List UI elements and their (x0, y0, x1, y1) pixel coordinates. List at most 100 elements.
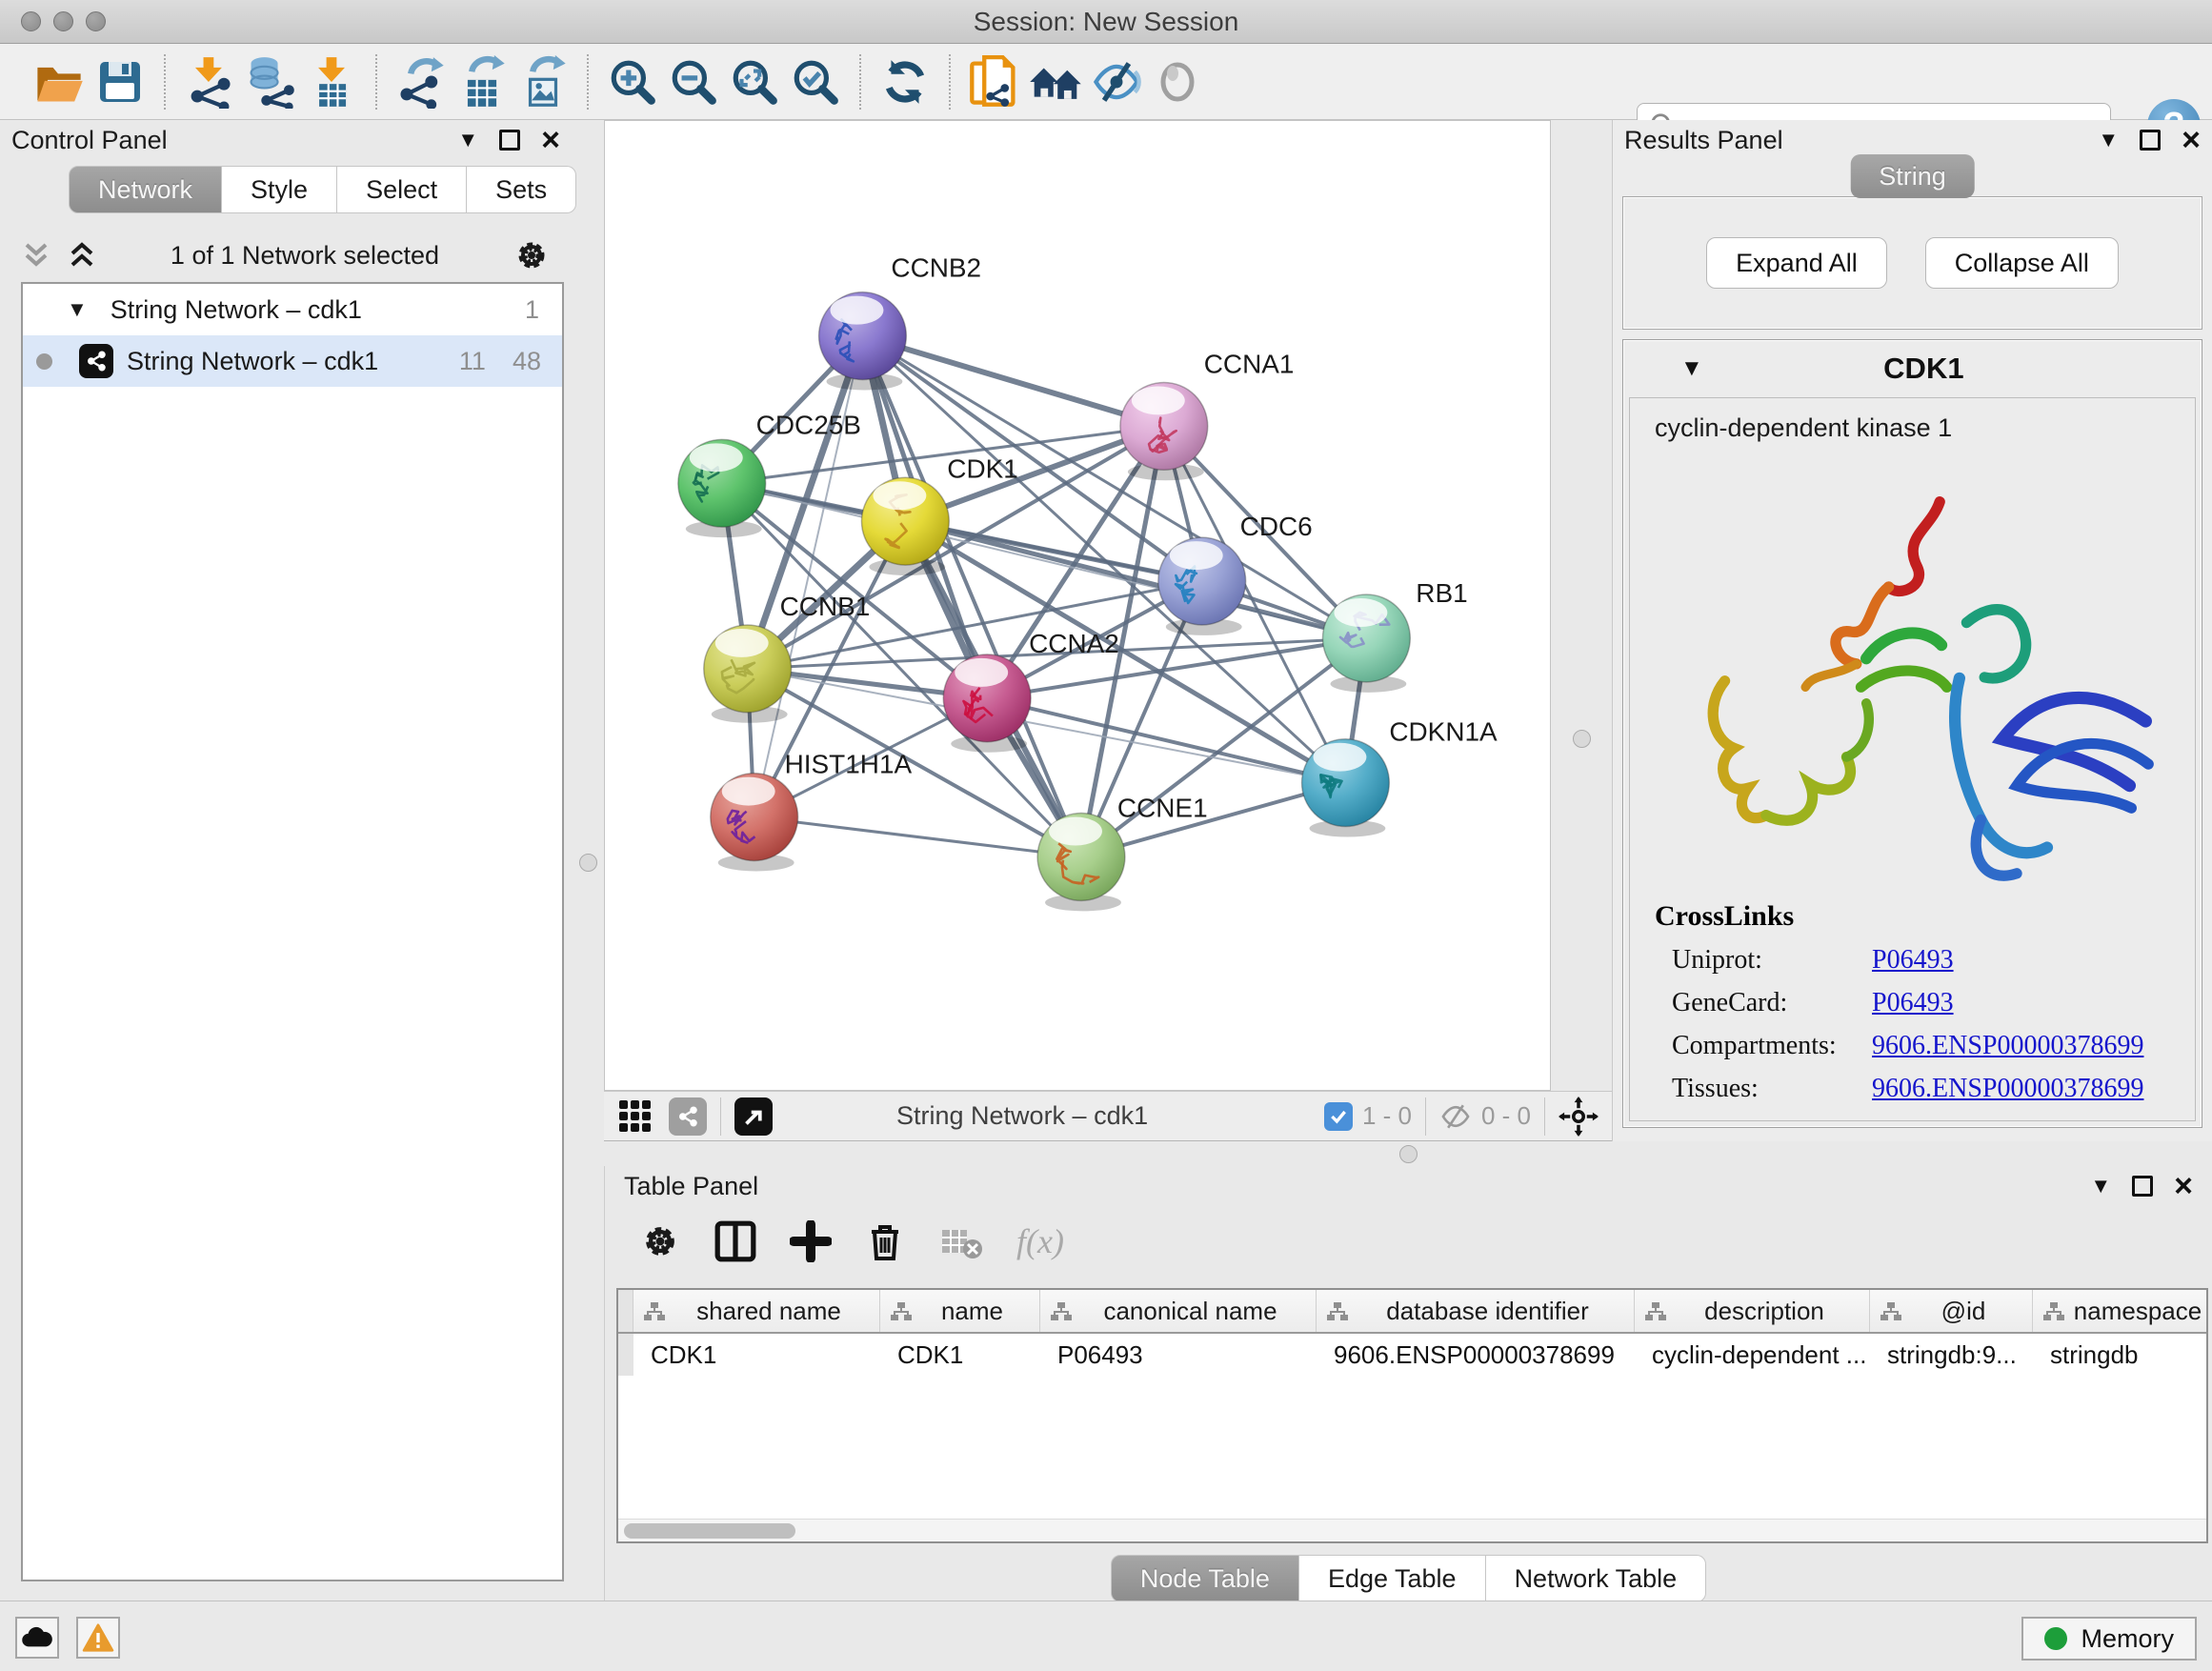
share-document-button[interactable] (964, 51, 1025, 112)
zoom-fit-button[interactable] (724, 51, 785, 112)
node-RB1[interactable]: RB1 (1322, 578, 1467, 693)
tab-network-table[interactable]: Network Table (1486, 1555, 1707, 1602)
tab-node-table[interactable]: Node Table (1111, 1555, 1299, 1602)
network-canvas[interactable]: CCNB2CCNA1CDC25BCDK1CDC6RB1CCNB1CCNA2CDK… (604, 120, 1551, 1091)
grid-view-icon[interactable] (617, 1098, 654, 1135)
left-splitter[interactable] (572, 120, 604, 1141)
detach-view-button[interactable] (734, 1097, 773, 1136)
right-splitter[interactable] (1551, 120, 1612, 1091)
table-settings-gear-icon[interactable] (639, 1220, 681, 1262)
homes-button[interactable] (1025, 51, 1086, 112)
table-toolbar: f(x) (605, 1206, 2212, 1277)
control-panel-float-button[interactable] (499, 130, 520, 151)
minimize-window-button[interactable] (53, 11, 73, 31)
network-row[interactable]: String Network – cdk1 11 48 (23, 335, 562, 387)
warning-status-button[interactable] (76, 1617, 120, 1659)
network-share-icon[interactable] (669, 1097, 707, 1136)
cell-canonicalname[interactable]: P06493 (1040, 1334, 1317, 1376)
left-splitter-handle[interactable] (579, 854, 597, 872)
import-network-from-database-button[interactable] (240, 51, 301, 112)
results-panel-close-button[interactable]: × (2182, 130, 2201, 151)
maximize-window-button[interactable] (86, 11, 106, 31)
cell-sharedname[interactable]: CDK1 (633, 1334, 880, 1376)
tab-style[interactable]: Style (222, 166, 337, 213)
expand-all-button[interactable]: Expand All (1706, 237, 1887, 289)
tab-edge-table[interactable]: Edge Table (1299, 1555, 1486, 1602)
show-columns-icon[interactable] (714, 1219, 757, 1263)
tab-sets[interactable]: Sets (467, 166, 576, 213)
node-HIST1H1A[interactable]: HIST1H1A (711, 750, 913, 872)
refresh-button[interactable] (875, 51, 935, 112)
gear-icon[interactable] (513, 236, 551, 274)
selected-checkbox-icon[interactable] (1324, 1102, 1353, 1131)
open-session-button[interactable] (29, 51, 90, 112)
export-image-button[interactable] (513, 51, 573, 112)
table-horizontal-scrollbar[interactable] (618, 1519, 2206, 1541)
cell-description[interactable]: cyclin-dependent ... (1635, 1334, 1870, 1376)
cytoscape-window: Session: New Session (0, 0, 2212, 1671)
node-CDKN1A[interactable]: CDKN1A (1302, 717, 1498, 837)
column-header-id[interactable]: @id (1870, 1290, 2033, 1332)
cloud-status-button[interactable] (15, 1617, 59, 1659)
column-header-description[interactable]: description (1635, 1290, 1870, 1332)
add-column-icon[interactable] (790, 1220, 832, 1262)
column-header-databaseidentifier[interactable]: database identifier (1317, 1290, 1635, 1332)
crosslink-link[interactable]: P06493 (1872, 988, 1954, 1018)
zoom-out-button[interactable] (663, 51, 724, 112)
window-title: Session: New Session (0, 7, 2212, 37)
protein-entry-body: cyclin-dependent kinase 1 (1629, 397, 2196, 1121)
hide-unhide-button[interactable] (1086, 51, 1147, 112)
results-panel-float-button[interactable] (2140, 130, 2161, 151)
import-network-button[interactable] (179, 51, 240, 112)
horizontal-splitter-handle[interactable] (1399, 1145, 1418, 1163)
collapse-all-button[interactable]: Collapse All (1925, 237, 2119, 289)
crosslink-link[interactable]: 9606.ENSP00000378699 (1872, 1074, 2143, 1104)
cell-databaseidentifier[interactable]: 9606.ENSP00000378699 (1317, 1334, 1635, 1376)
table-scrollbar-thumb[interactable] (624, 1523, 795, 1539)
column-header-namespace[interactable]: namespace (2033, 1290, 2208, 1332)
export-table-button[interactable] (452, 51, 513, 112)
control-panel-close-button[interactable]: × (541, 130, 560, 151)
tab-network[interactable]: Network (69, 166, 222, 213)
cell-namespace[interactable]: stringdb (2033, 1334, 2208, 1376)
open-folder-icon (32, 55, 86, 109)
table-panel-close-button[interactable]: × (2174, 1176, 2193, 1197)
node-CCNA1[interactable]: CCNA1 (1120, 349, 1295, 480)
node-CDC25B[interactable]: CDC25B (678, 410, 861, 537)
horizontal-splitter[interactable] (604, 1141, 2212, 1166)
zoom-in-button[interactable] (602, 51, 663, 112)
cell-id[interactable]: stringdb:9... (1870, 1334, 2033, 1376)
column-header-name[interactable]: name (880, 1290, 1040, 1332)
network-collection-row[interactable]: ▼ String Network – cdk1 1 (23, 284, 562, 335)
close-window-button[interactable] (21, 11, 41, 31)
column-header-sharedname[interactable]: shared name (633, 1290, 880, 1332)
crosslink-link[interactable]: P06493 (1872, 1117, 1954, 1122)
results-panel-title: Results Panel (1624, 126, 1783, 155)
export-network-button[interactable] (391, 51, 452, 112)
control-panel-menu-button[interactable]: ▼ (457, 128, 478, 152)
birds-eye-toggle-icon[interactable] (1558, 1097, 1599, 1137)
crosslink-link[interactable]: 9606.ENSP00000378699 (1872, 1031, 2143, 1061)
node-CCNB1[interactable]: CCNB1 (704, 592, 871, 723)
tab-string[interactable]: String (1850, 154, 1975, 198)
table-panel-float-button[interactable] (2132, 1176, 2153, 1197)
table-panel-menu-button[interactable]: ▼ (2090, 1174, 2111, 1198)
collapse-all-tree-icon[interactable] (21, 241, 51, 270)
cell-name[interactable]: CDK1 (880, 1334, 1040, 1376)
collection-expander-icon[interactable]: ▼ (67, 297, 88, 322)
memory-button[interactable]: Memory (2021, 1617, 2197, 1661)
results-panel-menu-button[interactable]: ▼ (2098, 128, 2119, 152)
crosslink-link[interactable]: P06493 (1872, 945, 1954, 976)
tab-select[interactable]: Select (337, 166, 467, 213)
zoom-selected-button[interactable] (785, 51, 846, 112)
delete-column-icon[interactable] (864, 1220, 906, 1262)
network-tree: ▼ String Network – cdk1 1 String Network… (21, 282, 564, 1581)
table-row[interactable]: CDK1CDK1P064939606.ENSP00000378699cyclin… (618, 1334, 2206, 1376)
protein-entry-header[interactable]: ▼ CDK1 (1623, 340, 2202, 397)
column-header-canonicalname[interactable]: canonical name (1040, 1290, 1317, 1332)
show-graphics-button[interactable] (1147, 51, 1208, 112)
save-session-button[interactable] (90, 51, 151, 112)
right-splitter-handle[interactable] (1573, 730, 1591, 748)
expand-all-tree-icon[interactable] (67, 241, 97, 270)
import-table-button[interactable] (301, 51, 362, 112)
